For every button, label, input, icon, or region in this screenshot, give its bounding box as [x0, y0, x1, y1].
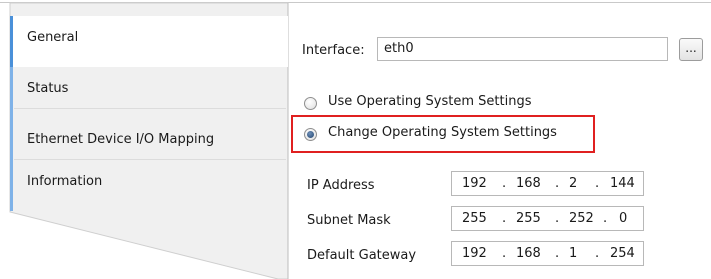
gateway-octet-4: 254	[610, 246, 635, 261]
interface-input[interactable]: eth0	[377, 37, 668, 61]
subnet-dot: .	[502, 211, 507, 226]
use-os-settings-label[interactable]: Use Operating System Settings	[328, 94, 531, 109]
gateway-dot: .	[555, 246, 560, 261]
gateway-octet-2: 168	[516, 246, 541, 261]
gateway-dot: .	[502, 246, 507, 261]
ip-dot: .	[502, 176, 507, 191]
use-os-settings-radio[interactable]	[304, 97, 317, 110]
tab-status-label: Status	[27, 81, 69, 96]
subnet-mask-label: Subnet Mask	[307, 213, 391, 228]
subnet-octet-1: 255	[462, 211, 487, 226]
tab-divider	[14, 108, 286, 109]
subnet-octet-2: 255	[516, 211, 541, 226]
tab-information[interactable]: Information	[10, 160, 288, 211]
ip-dot: .	[595, 176, 600, 191]
subnet-dot: .	[555, 211, 560, 226]
tab-ethernet-device-io-mapping-label: Ethernet Device I/O Mapping	[27, 132, 215, 147]
tab-general[interactable]: General	[10, 16, 288, 67]
tab-information-label: Information	[27, 174, 103, 189]
change-os-settings-label[interactable]: Change Operating System Settings	[328, 125, 557, 140]
ip-octet-2: 168	[516, 176, 541, 191]
subnet-mask-field[interactable]: 255 . 255 . 252 . 0	[451, 206, 644, 231]
gateway-octet-1: 192	[462, 246, 487, 261]
tab-general-label: General	[27, 30, 79, 45]
interface-label: Interface:	[302, 43, 365, 58]
subnet-octet-4: 0	[619, 211, 628, 226]
subnet-octet-3: 252	[569, 211, 594, 226]
ip-octet-1: 192	[462, 176, 487, 191]
ip-address-label: IP Address	[307, 178, 375, 193]
browse-interface-button[interactable]: ...	[679, 38, 703, 61]
subnet-dot: .	[603, 211, 608, 226]
gateway-octet-3: 1	[569, 246, 578, 261]
ip-octet-4: 144	[610, 176, 635, 191]
ip-address-field[interactable]: 192 . 168 . 2 . 144	[451, 171, 644, 196]
ip-octet-3: 2	[569, 176, 578, 191]
change-os-settings-radio[interactable]	[304, 128, 317, 141]
tab-status[interactable]: Status	[10, 67, 288, 118]
gateway-dot: .	[595, 246, 600, 261]
default-gateway-field[interactable]: 192 . 168 . 1 . 254	[451, 241, 644, 266]
default-gateway-label: Default Gateway	[307, 248, 417, 263]
ip-dot: .	[555, 176, 560, 191]
